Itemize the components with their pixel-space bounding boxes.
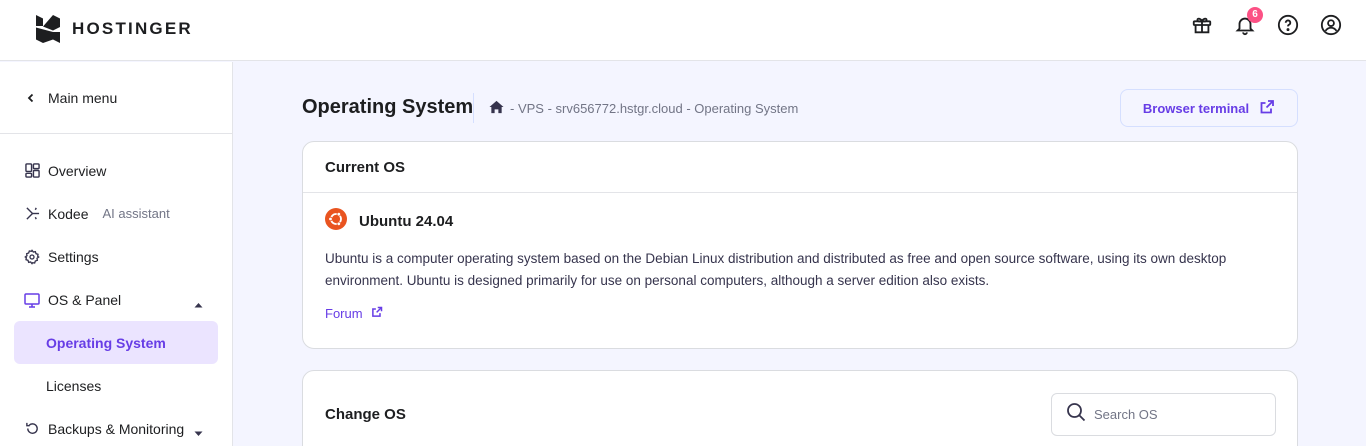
main-menu-label: Main menu <box>48 89 118 106</box>
sidebar-item-kodee[interactable]: Kodee AI assistant <box>0 192 232 235</box>
notification-count-badge: 6 <box>1247 7 1263 23</box>
kodee-icon <box>24 206 40 222</box>
search-icon <box>1066 402 1086 427</box>
sidebar-item-label: OS & Panel <box>48 291 122 308</box>
gift-icon[interactable] <box>1191 14 1213 36</box>
brand-name: HOSTINGER <box>72 19 193 38</box>
hostinger-logo-icon <box>36 15 60 43</box>
monitor-icon <box>24 292 40 308</box>
os-description: Ubuntu is a computer operating system ba… <box>325 251 1227 288</box>
sidebar-subitem-label: Operating System <box>46 334 166 351</box>
sidebar-item-overview[interactable]: Overview <box>0 149 232 192</box>
os-name-row: Ubuntu 24.04 <box>325 208 453 234</box>
sidebar-item-label: Overview <box>48 162 107 179</box>
sidebar-item-settings[interactable]: Settings <box>0 235 232 278</box>
sidebar-item-label: Backups & Monitoring <box>48 420 185 437</box>
account-icon[interactable] <box>1320 14 1342 36</box>
main-menu-button[interactable]: Main menu <box>0 62 232 134</box>
external-link-icon <box>1259 99 1275 118</box>
sidebar-subitem-licenses[interactable]: Licenses <box>14 364 218 407</box>
ubuntu-logo-icon <box>325 208 347 234</box>
gear-icon <box>24 248 40 265</box>
sidebar: Main menu Overview Kodee AI assistant Se… <box>0 62 233 446</box>
current-os-heading: Current OS <box>303 142 1297 193</box>
search-os-input[interactable] <box>1094 407 1244 422</box>
help-icon[interactable] <box>1277 14 1299 36</box>
hostinger-logo[interactable]: HOSTINGER <box>36 15 193 43</box>
external-link-icon <box>371 306 383 321</box>
chevron-left-icon <box>26 90 36 106</box>
sidebar-item-label: Settings <box>48 248 99 265</box>
search-os-box[interactable] <box>1051 393 1276 436</box>
browser-terminal-button[interactable]: Browser terminal <box>1120 89 1298 127</box>
backup-history-icon <box>24 421 40 437</box>
change-os-card: Change OS <box>302 370 1298 446</box>
change-os-heading: Change OS <box>325 406 406 423</box>
page-title: Operating System <box>302 96 474 118</box>
chevron-down-icon <box>194 424 203 440</box>
sidebar-subitem-operating-system[interactable]: Operating System <box>14 321 218 364</box>
breadcrumb: - VPS - srv656772.hstgr.cloud - Operatin… <box>489 100 798 117</box>
sidebar-item-label: Kodee <box>48 205 89 222</box>
os-name: Ubuntu 24.04 <box>359 212 454 230</box>
chevron-up-icon <box>194 295 203 311</box>
sidebar-item-os-panel[interactable]: OS & Panel <box>0 278 232 321</box>
title-divider <box>473 93 474 123</box>
sidebar-item-sublabel: AI assistant <box>102 206 170 221</box>
top-bar: HOSTINGER 6 <box>0 0 1366 61</box>
browser-terminal-label: Browser terminal <box>1142 100 1250 116</box>
home-icon[interactable] <box>489 100 504 117</box>
sidebar-item-backups-monitoring[interactable]: Backups & Monitoring <box>0 407 232 446</box>
sidebar-subitem-label: Licenses <box>46 377 102 394</box>
forum-link-label: Forum <box>325 306 363 321</box>
notifications-bell-icon[interactable]: 6 <box>1234 7 1263 36</box>
current-os-heading-label: Current OS <box>325 158 406 176</box>
forum-link[interactable]: Forum <box>325 306 383 321</box>
current-os-card: Current OS Ubuntu 24.04 Ubuntu is a comp… <box>302 141 1298 349</box>
breadcrumb-path: - VPS - srv656772.hstgr.cloud - Operatin… <box>510 101 799 116</box>
overview-icon <box>24 163 40 179</box>
